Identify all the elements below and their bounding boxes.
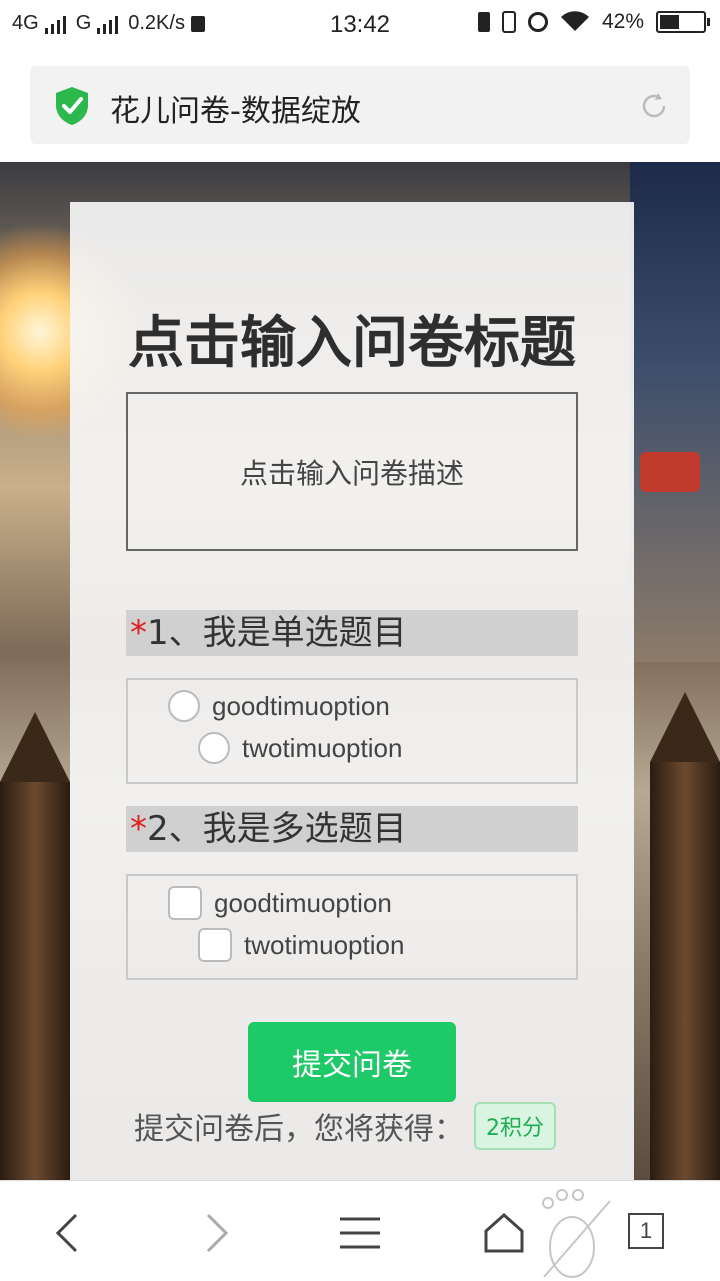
checkbox-option-2[interactable]: twotimuoption [198, 928, 404, 962]
background-sky [630, 162, 720, 662]
checkbox[interactable] [168, 886, 202, 920]
vibrate-icon [501, 11, 516, 33]
web-page: 点击输入问卷标题 点击输入问卷描述 *1、我是单选题目 goodtimuopti… [0, 162, 720, 1180]
home-icon[interactable] [476, 1205, 532, 1261]
question-1-header: *1、我是单选题目 [126, 610, 578, 656]
alarm-icon [527, 12, 548, 32]
footprint-icon[interactable] [534, 1187, 614, 1281]
required-mark: * [130, 613, 147, 653]
question-1-options: goodtimuoption twotimuoption [126, 678, 578, 784]
battery-percent: 42% [601, 10, 644, 33]
submit-survey-button[interactable]: 提交问卷 [248, 1022, 456, 1102]
option-label: goodtimuoption [212, 690, 390, 721]
system-icons: 42% [477, 10, 710, 34]
survey-card: 点击输入问卷标题 点击输入问卷描述 *1、我是单选题目 goodtimuopti… [70, 202, 634, 1180]
reward-badge: 2积分 [474, 1102, 556, 1150]
question-1-title: 1、我是单选题目 [147, 613, 407, 653]
page-title: 花儿问卷-数据绽放 [110, 94, 361, 129]
battery-saver-icon [477, 12, 490, 32]
option-label: twotimuoption [242, 732, 403, 763]
background-boat [640, 452, 700, 492]
checkbox-option-1[interactable]: goodtimuoption [168, 886, 392, 920]
shield-icon [56, 87, 88, 125]
option-label: goodtimuoption [214, 887, 392, 918]
question-2-header: *2、我是多选题目 [126, 806, 578, 852]
back-icon[interactable] [40, 1205, 96, 1261]
status-bar: 4G G 0.2K/s 13:42 42% [0, 0, 720, 52]
required-mark: * [130, 809, 147, 849]
battery-icon [656, 11, 710, 33]
question-2-title: 2、我是多选题目 [147, 809, 407, 849]
background-post-right [650, 692, 720, 1180]
address-bar[interactable]: 花儿问卷-数据绽放 [30, 66, 690, 144]
radio-button[interactable] [168, 690, 200, 722]
survey-title[interactable]: 点击输入问卷标题 [70, 298, 634, 379]
radio-button[interactable] [198, 732, 230, 764]
checkbox[interactable] [198, 928, 232, 962]
wifi-icon [560, 11, 589, 31]
reward-text: 提交问卷后，您将获得： [134, 1112, 464, 1147]
survey-description[interactable]: 点击输入问卷描述 [126, 392, 578, 551]
background-post-left [0, 712, 70, 1180]
reward-info: 提交问卷后，您将获得： 2积分 [134, 1102, 556, 1150]
menu-icon[interactable] [332, 1205, 388, 1261]
browser-bottom-nav: 1 [0, 1180, 720, 1281]
forward-icon[interactable] [188, 1205, 244, 1261]
radio-option-1[interactable]: goodtimuoption [168, 690, 390, 722]
tabs-icon[interactable]: 1 [628, 1213, 664, 1249]
option-label: twotimuoption [244, 929, 405, 960]
radio-option-2[interactable]: twotimuoption [198, 732, 402, 764]
reload-icon[interactable] [638, 90, 670, 122]
question-2-options: goodtimuoption twotimuoption [126, 874, 578, 980]
